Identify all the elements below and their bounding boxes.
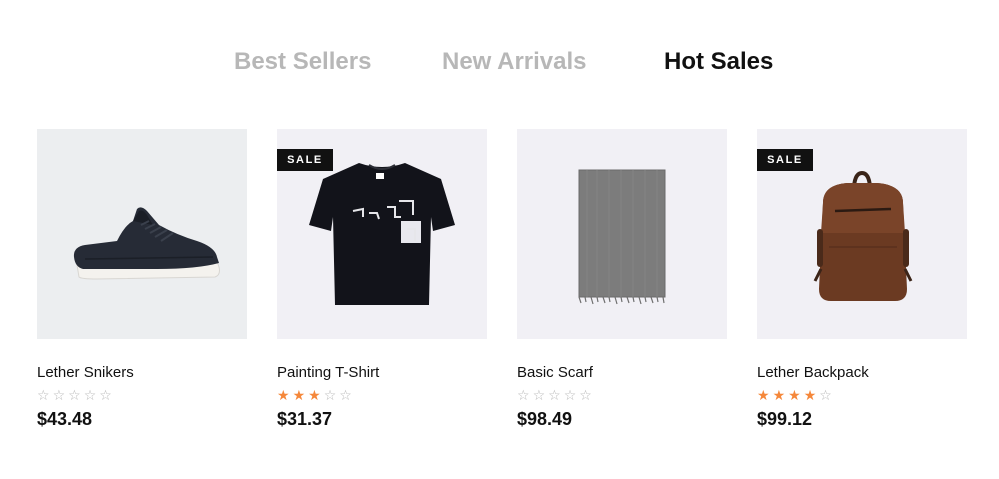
product-image[interactable] xyxy=(517,129,727,339)
star-empty-icon: ☆ xyxy=(68,388,81,404)
product-name[interactable]: Lether Backpack xyxy=(757,364,869,381)
product-price: $99.12 xyxy=(757,409,813,429)
star-empty-icon: ☆ xyxy=(548,388,561,404)
product-tabs: Best Sellers New Arrivals Hot Sales xyxy=(0,47,999,79)
product-card: SALE Painting T-Shirt ★ ★ ★ ☆ ☆ $31.37 xyxy=(277,129,487,439)
product-price: $31.37 xyxy=(277,409,333,429)
sale-badge: SALE xyxy=(277,149,333,171)
product-name[interactable]: Painting T-Shirt xyxy=(277,364,379,381)
product-card: Basic Scarf ☆ ☆ ☆ ☆ ☆ $98.49 xyxy=(517,129,727,439)
star-empty-icon: ☆ xyxy=(563,388,577,404)
sneaker-image xyxy=(73,207,220,280)
product-price: $98.49 xyxy=(517,409,573,429)
star-empty-icon: ☆ xyxy=(532,388,546,404)
star-filled-icon: ★ xyxy=(308,388,321,404)
star-empty-icon: ☆ xyxy=(323,388,337,404)
star-empty-icon: ☆ xyxy=(83,388,97,404)
product-card: SALE Lether Backpack ★ ★ ★ ★ ☆ $99.12 xyxy=(757,129,967,439)
star-empty-icon: ☆ xyxy=(339,388,352,404)
star-filled-icon: ★ xyxy=(788,388,801,404)
product-name[interactable]: Lether Snikers xyxy=(37,364,134,381)
rating-stars: ☆ ☆ ☆ ☆ ☆ xyxy=(37,387,115,404)
star-filled-icon: ★ xyxy=(277,388,290,404)
product-card: Lether Snikers ☆ ☆ ☆ ☆ ☆ $43.48 xyxy=(37,129,247,439)
sale-badge: SALE xyxy=(757,149,813,171)
star-filled-icon: ★ xyxy=(772,388,786,404)
product-image[interactable] xyxy=(37,129,247,339)
star-empty-icon: ☆ xyxy=(579,388,592,404)
star-filled-icon: ★ xyxy=(757,388,770,404)
product-grid: Lether Snikers ☆ ☆ ☆ ☆ ☆ $43.48 SALE Paintin… xyxy=(37,129,967,439)
rating-stars: ★ ★ ★ ☆ ☆ xyxy=(277,387,355,404)
rating-stars: ☆ ☆ ☆ ☆ ☆ xyxy=(517,387,595,404)
star-empty-icon: ☆ xyxy=(819,388,832,404)
scarf-image xyxy=(578,169,666,305)
tab-best-sellers[interactable]: Best Sellers xyxy=(234,47,371,77)
star-empty-icon: ☆ xyxy=(517,388,530,404)
product-price: $43.48 xyxy=(37,409,93,429)
star-empty-icon: ☆ xyxy=(37,388,50,404)
star-empty-icon: ☆ xyxy=(99,388,112,404)
star-empty-icon: ☆ xyxy=(52,388,66,404)
product-name[interactable]: Basic Scarf xyxy=(517,364,593,381)
tab-hot-sales[interactable]: Hot Sales xyxy=(664,47,773,77)
star-filled-icon: ★ xyxy=(292,388,306,404)
star-filled-icon: ★ xyxy=(803,388,817,404)
rating-stars: ★ ★ ★ ★ ☆ xyxy=(757,387,835,404)
tab-new-arrivals[interactable]: New Arrivals xyxy=(442,47,587,77)
